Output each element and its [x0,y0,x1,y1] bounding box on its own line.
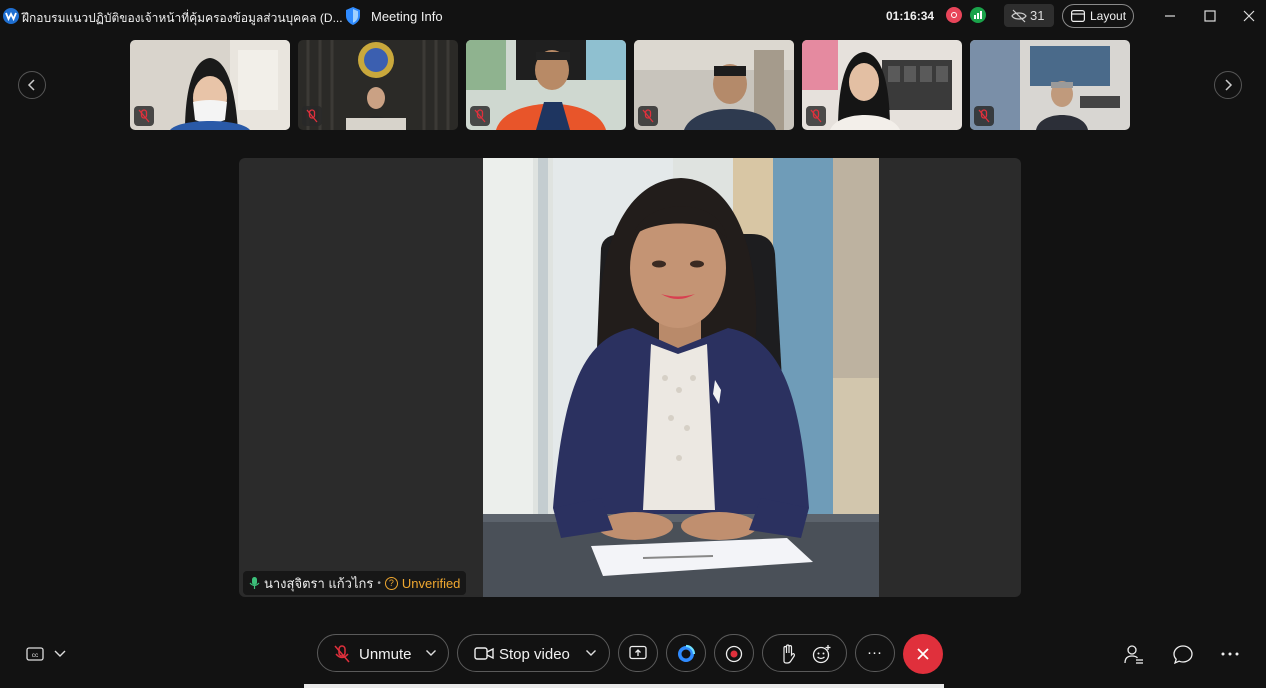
participant-video [970,40,1130,130]
title-bar: ฝึกอบรมแนวปฏิบัติของเจ้าหน้าที่คุ้มครองข… [0,0,1266,32]
more-options-label: ··· [867,644,882,661]
participant-count-badge[interactable]: 31 [1004,4,1054,27]
chevron-down-icon[interactable] [585,648,597,658]
record-icon [725,645,743,663]
closed-captions-icon[interactable]: cc [26,646,44,662]
network-health-icon[interactable] [970,7,986,23]
maximize-icon[interactable] [1200,6,1220,26]
minimize-icon[interactable] [1160,6,1180,26]
webex-logo-icon [3,8,19,24]
filmstrip-next-button[interactable] [1214,71,1242,99]
close-icon [917,648,929,660]
meeting-timer: 01:16:34 [886,9,935,23]
window-title: ฝึกอบรมแนวปฏิบัติของเจ้าหน้าที่คุ้มครองข… [22,11,343,25]
chevron-down-icon[interactable] [425,648,437,658]
layout-grid-icon [1071,10,1085,22]
shield-icon[interactable] [344,6,362,26]
chevron-left-icon [27,79,35,91]
more-options-button[interactable]: ··· [855,634,895,672]
participant-tile[interactable] [634,40,794,130]
chat-icon[interactable] [1172,644,1194,666]
unmute-label: Unmute [359,646,412,663]
share-screen-icon [629,645,647,660]
close-icon[interactable] [1239,6,1259,26]
muted-mic-icon [470,106,490,126]
participant-video [802,40,962,130]
share-screen-button[interactable] [618,634,658,672]
speaker-name: นางสุจิตรา แก้วไกร [264,575,374,591]
add-reaction-icon[interactable] [812,644,832,664]
apps-button[interactable] [666,634,706,672]
webex-apps-icon [678,644,696,662]
muted-mic-icon [806,106,826,126]
meeting-info-link[interactable]: Meeting Info [371,9,443,24]
active-speaker-stage[interactable]: นางสุจิตรา แก้วไกร • ? Unverified [239,158,1021,597]
unmute-button[interactable]: Unmute [317,634,449,672]
participant-video [130,40,290,130]
active-speaker-video [483,158,879,597]
unverified-help-icon: ? [384,576,398,590]
active-mic-icon [249,577,260,589]
muted-mic-icon [974,106,994,126]
participant-video [298,40,458,130]
filmstrip-prev-button[interactable] [18,71,46,99]
muted-mic-icon [334,645,350,663]
unverified-status: Unverified [401,575,461,591]
hidden-eye-icon [1011,9,1027,23]
muted-mic-icon [134,106,154,126]
participant-video [466,40,626,130]
participant-tile[interactable] [466,40,626,130]
participant-tile[interactable] [802,40,962,130]
svg-text:cc: cc [32,652,39,659]
participant-tile[interactable] [298,40,458,130]
participant-tile[interactable] [130,40,290,130]
reactions-button-group[interactable] [762,634,847,672]
speaker-name-tag[interactable]: นางสุจิตรา แก้วไกร • ? Unverified [243,571,467,595]
record-button[interactable] [714,634,754,672]
recording-indicator-icon[interactable] [946,7,962,23]
participant-tile[interactable] [970,40,1130,130]
layout-label: Layout [1090,9,1127,23]
leave-meeting-button[interactable] [903,634,943,674]
participant-count: 31 [1030,8,1045,23]
muted-mic-icon [638,106,658,126]
stop-video-button[interactable]: Stop video [457,634,610,672]
name-separator: • [377,577,381,589]
background-window-edge [304,684,944,688]
chevron-down-icon[interactable] [53,648,67,660]
stop-video-label: Stop video [499,646,570,663]
video-camera-icon [474,647,494,660]
layout-button[interactable]: Layout [1062,4,1134,28]
signal-bars-icon [974,11,982,19]
chevron-right-icon [1225,79,1233,91]
raise-hand-icon[interactable] [779,644,797,664]
muted-mic-icon [302,106,322,126]
more-icon[interactable] [1220,650,1240,658]
participants-icon[interactable] [1123,644,1145,666]
participant-video [634,40,794,130]
